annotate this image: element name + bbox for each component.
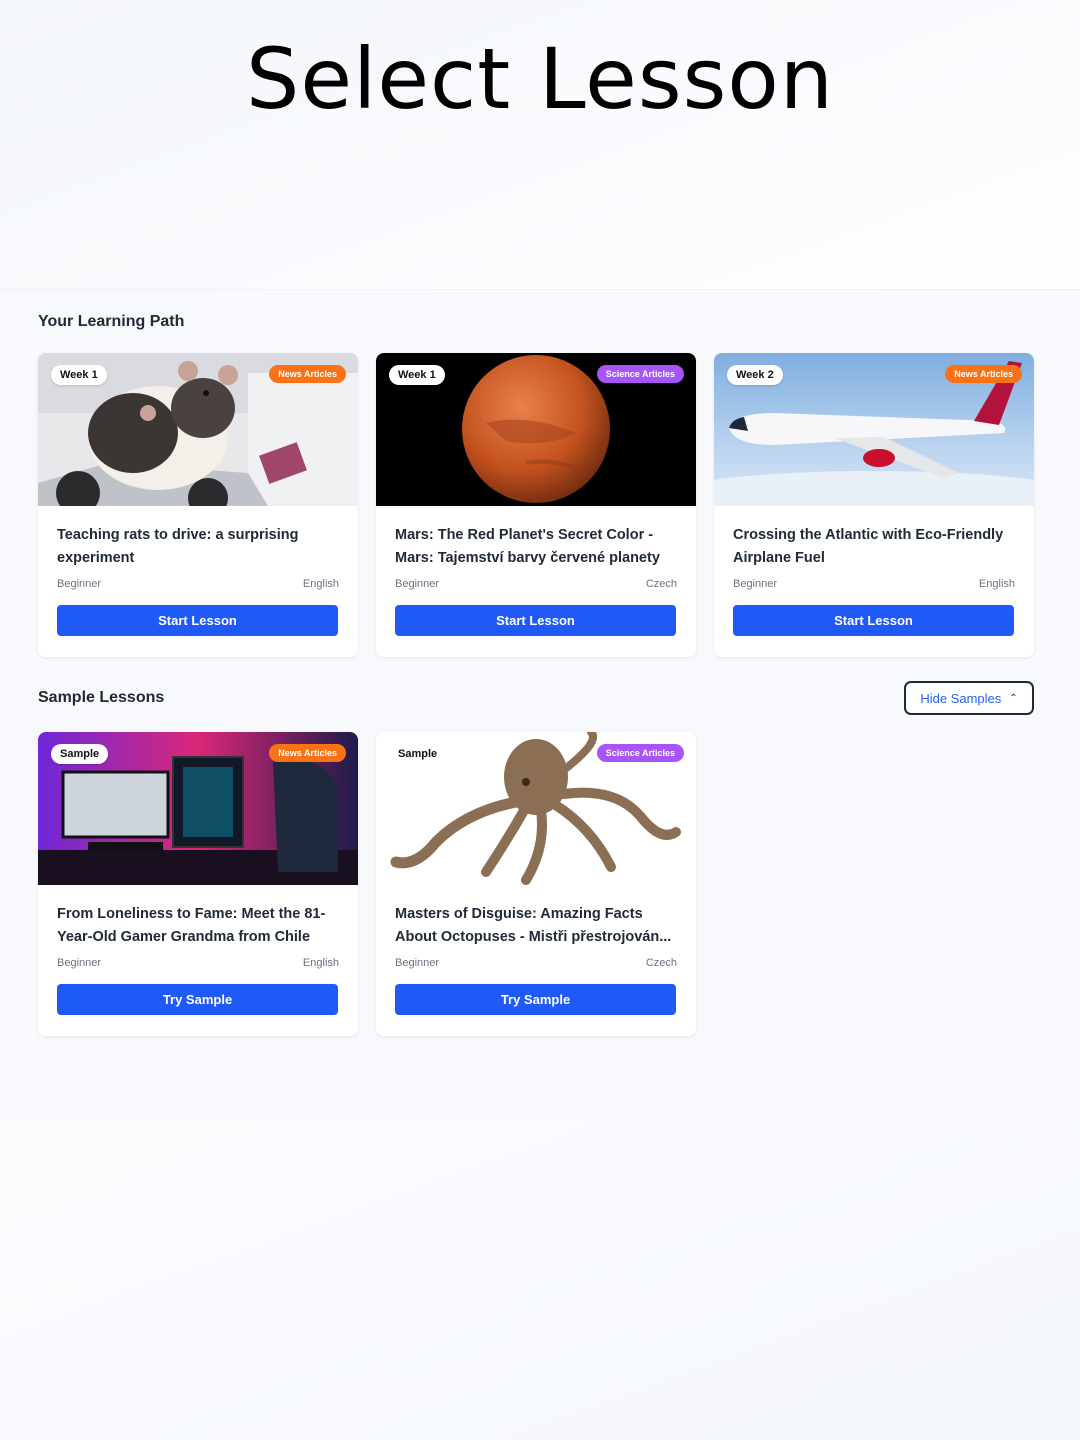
- level-label: Beginner: [57, 578, 102, 590]
- category-badge: News Articles: [269, 744, 346, 762]
- lesson-card: Week 1 Science Articles Mars: The Red Pl…: [376, 353, 696, 657]
- airplane-image: Week 2 News Articles: [714, 353, 1034, 506]
- start-lesson-button[interactable]: Start Lesson: [733, 605, 1014, 636]
- level-label: Beginner: [395, 578, 440, 590]
- category-badge: News Articles: [945, 365, 1022, 383]
- language-label: Czech: [645, 578, 677, 590]
- hide-samples-label: Hide Samples: [920, 690, 1002, 706]
- lesson-title: Mars: The Red Planet's Secret Color - Ma…: [395, 524, 680, 570]
- category-badge: News Articles: [269, 365, 346, 383]
- lesson-title-line: From Loneliness to Fame: Meet the 81-: [57, 906, 326, 922]
- octopus-image: Sample Science Articles: [376, 732, 696, 885]
- level-label: Beginner: [395, 957, 440, 969]
- lesson-title-line: Teaching rats to drive: a surprising: [57, 527, 299, 543]
- lesson-title-line: Crossing the Atlantic with Eco-Friendly: [733, 527, 1004, 543]
- try-sample-button[interactable]: Try Sample: [395, 984, 676, 1015]
- level-label: Beginner: [57, 957, 102, 969]
- lesson-title-line: Mars: Tajemství barvy červené planety: [395, 550, 660, 566]
- week-badge: Week 1: [51, 365, 107, 385]
- mars-planet-image: Week 1 Science Articles: [376, 353, 696, 506]
- lesson-title-line: Masters of Disguise: Amazing Facts: [395, 906, 643, 922]
- category-badge: Science Articles: [596, 744, 684, 762]
- start-lesson-button[interactable]: Start Lesson: [395, 605, 676, 636]
- language-label: English: [302, 957, 339, 969]
- lesson-title-line: experiment: [57, 550, 135, 566]
- lesson-card: Week 1 News Articles Teaching rats to dr…: [38, 353, 358, 657]
- week-badge: Week 1: [389, 365, 445, 385]
- week-badge: Week 2: [727, 365, 783, 385]
- learning-path-heading: Your Learning Path: [38, 313, 185, 330]
- lesson-title-line: Year-Old Gamer Grandma from Chile: [57, 929, 311, 945]
- language-label: Czech: [645, 957, 677, 969]
- rat-robot-car-image: Week 1 News Articles: [38, 353, 358, 506]
- lesson-title: Teaching rats to drive: a surprising exp…: [57, 524, 342, 570]
- gaming-setup-image: Sample News Articles: [38, 732, 358, 885]
- language-label: English: [978, 578, 1015, 590]
- sample-badge: Sample: [398, 748, 438, 760]
- language-label: English: [302, 578, 339, 590]
- hide-samples-button[interactable]: Hide Samples ⌃: [904, 681, 1034, 715]
- category-badge: Science Articles: [596, 365, 684, 383]
- chevron-up-icon: ⌃: [1009, 692, 1018, 704]
- start-lesson-button[interactable]: Start Lesson: [57, 605, 338, 636]
- sample-badge: Sample: [51, 744, 109, 764]
- lesson-card: Week 2 News Articles Crossing the Atlant…: [714, 353, 1034, 657]
- sample-card: Sample News Articles From Loneliness to …: [38, 732, 358, 1036]
- lesson-title: From Loneliness to Fame: Meet the 81- Ye…: [57, 903, 342, 949]
- sample-card: Sample Science Articles Masters of Disgu…: [376, 732, 696, 1036]
- lesson-title: Masters of Disguise: Amazing Facts About…: [395, 903, 680, 949]
- page-title: Select Lesson: [246, 30, 834, 128]
- lesson-title-line: About Octopuses - Mistři přestrojován...: [395, 929, 672, 945]
- lesson-title: Crossing the Atlantic with Eco-Friendly …: [733, 524, 1018, 570]
- level-label: Beginner: [733, 578, 778, 590]
- lesson-title-line: Mars: The Red Planet's Secret Color -: [395, 527, 654, 543]
- sample-lessons-heading: Sample Lessons: [38, 689, 165, 706]
- lesson-title-line: Airplane Fuel: [733, 550, 825, 566]
- try-sample-button[interactable]: Try Sample: [57, 984, 338, 1015]
